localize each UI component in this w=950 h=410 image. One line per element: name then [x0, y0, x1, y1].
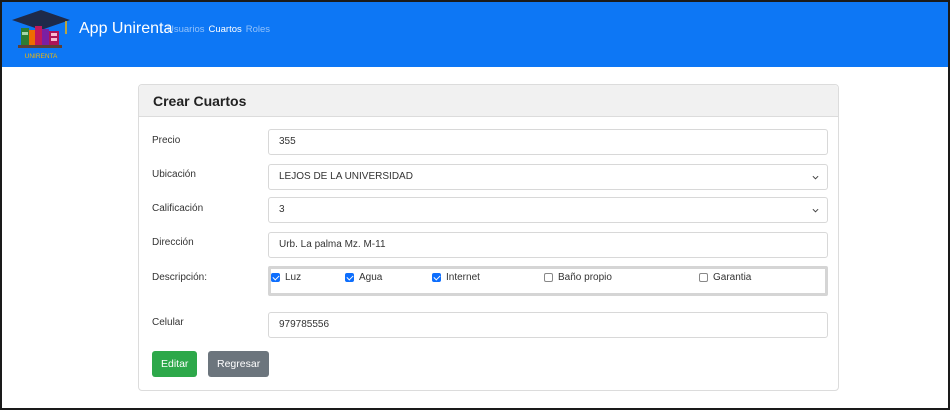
checkbox-garantia-label: Garantia	[713, 272, 752, 283]
checkbox-luz-label: Luz	[285, 272, 302, 283]
form-card: Crear Cuartos Precio 355 Ubicación LEJOS…	[138, 84, 839, 391]
checkbox-agua-box[interactable]	[345, 273, 354, 282]
checkbox-garantia-box[interactable]	[699, 273, 708, 282]
nav-link-roles[interactable]: Roles	[246, 24, 270, 35]
direccion-input[interactable]: Urb. La palma Mz. M-11	[268, 232, 828, 258]
checkbox-agua[interactable]: Agua	[345, 272, 382, 283]
calificacion-value: 3	[279, 204, 285, 215]
edit-button[interactable]: Editar	[152, 351, 198, 377]
nav-link-usuarios[interactable]: Usuarios	[167, 24, 205, 35]
form-title: Crear Cuartos	[139, 85, 838, 117]
logo-text: UNIRENTA	[25, 53, 58, 60]
checkbox-garantia[interactable]: Garantia	[699, 272, 751, 283]
celular-label: Celular	[152, 317, 184, 328]
checkbox-bano-propio-box[interactable]	[544, 273, 553, 282]
direccion-label: Dirección	[152, 237, 194, 248]
calificacion-select[interactable]: 3	[268, 197, 828, 223]
unirenta-logo[interactable]: UNIRENTA	[10, 8, 72, 62]
checkbox-internet[interactable]: Internet	[432, 272, 480, 283]
descripcion-label: Descripción:	[152, 272, 208, 283]
back-button[interactable]: Regresar	[208, 351, 270, 377]
nav-links: Usuarios Cuartos Roles	[167, 24, 270, 35]
chevron-down-icon	[812, 208, 819, 213]
ubicacion-select[interactable]: LEJOS DE LA UNIVERSIDAD	[268, 164, 828, 190]
celular-input[interactable]: 979785556	[268, 312, 828, 338]
descripcion-checkbox-group: Luz Agua Internet Baño propio Garantia	[268, 266, 828, 296]
chevron-down-icon	[812, 175, 819, 180]
app-brand[interactable]: App Unirenta	[79, 20, 172, 38]
precio-input[interactable]: 355	[268, 129, 828, 155]
checkbox-bano-propio[interactable]: Baño propio	[544, 272, 612, 283]
precio-label: Precio	[152, 135, 181, 146]
checkbox-luz-box[interactable]	[271, 273, 280, 282]
checkbox-internet-box[interactable]	[432, 273, 441, 282]
ubicacion-label: Ubicación	[152, 169, 196, 180]
checkbox-bano-propio-label: Baño propio	[558, 272, 612, 283]
checkbox-luz[interactable]: Luz	[271, 272, 301, 283]
nav-link-cuartos[interactable]: Cuartos	[209, 24, 242, 35]
top-navbar: UNIRENTA App Unirenta Usuarios Cuartos R…	[2, 2, 948, 67]
checkbox-internet-label: Internet	[446, 272, 480, 283]
checkbox-agua-label: Agua	[359, 272, 383, 283]
ubicacion-value: LEJOS DE LA UNIVERSIDAD	[279, 171, 413, 182]
calificacion-label: Calificación	[152, 203, 204, 214]
